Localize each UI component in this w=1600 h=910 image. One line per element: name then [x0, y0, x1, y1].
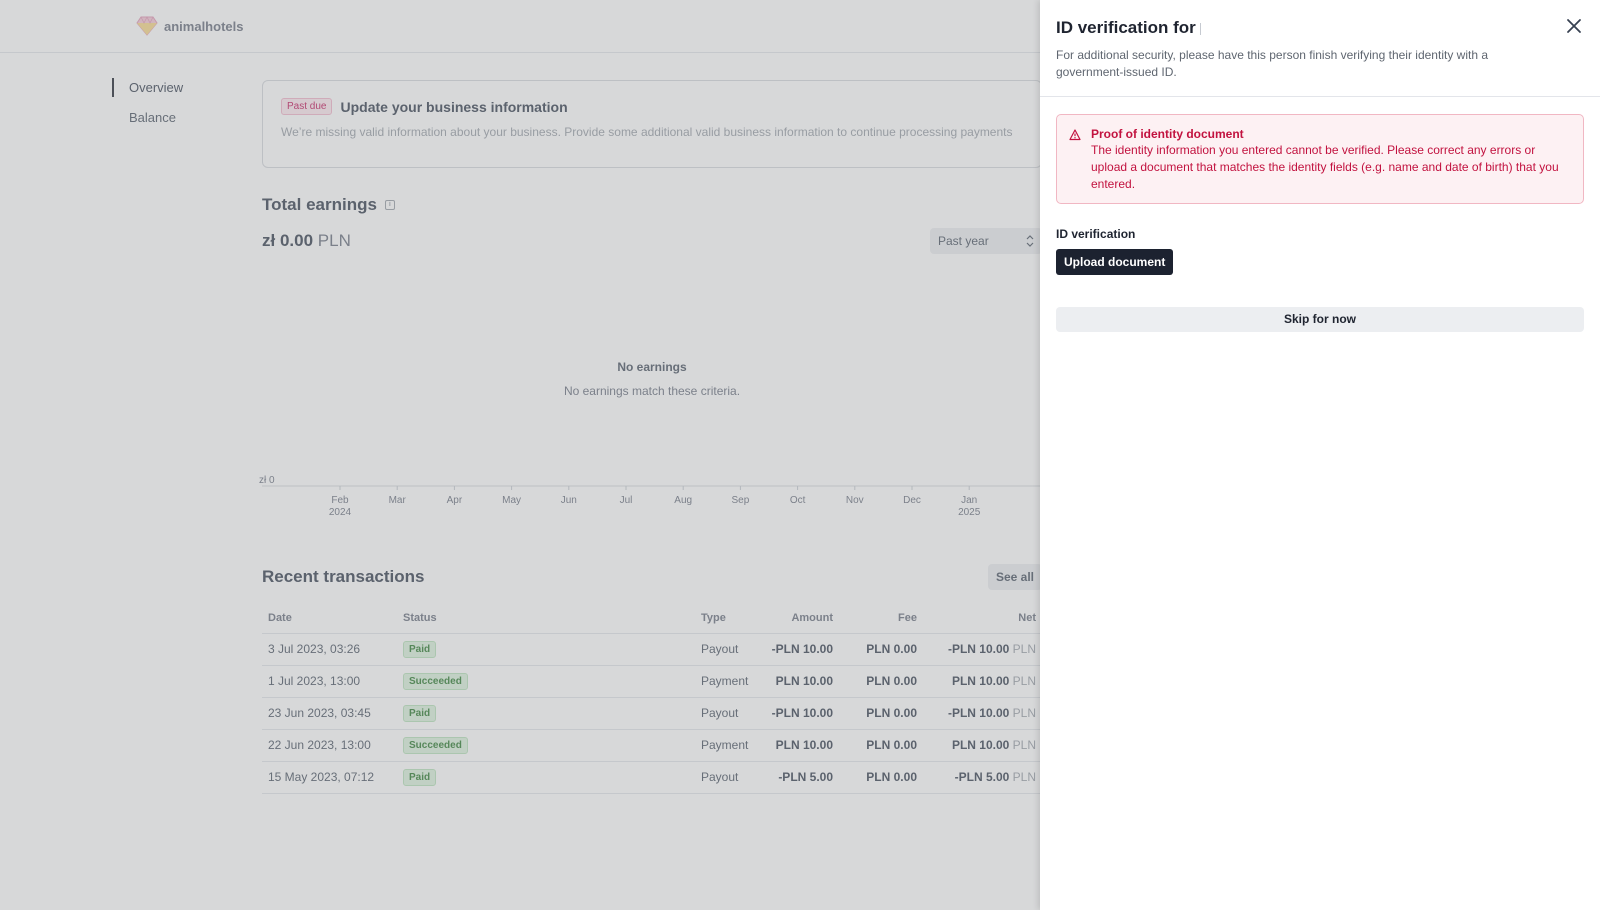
- error-message: The identity information you entered can…: [1091, 143, 1559, 191]
- upload-document-button[interactable]: Upload document: [1056, 249, 1174, 275]
- warning-icon: [1069, 129, 1081, 141]
- id-verification-drawer: ID verification for For additional secur…: [1040, 0, 1600, 910]
- id-verification-label: ID verification: [1056, 227, 1136, 241]
- error-title: Proof of identity document: [1091, 127, 1244, 141]
- skip-for-now-button[interactable]: Skip for now: [1056, 307, 1584, 332]
- drawer-header: ID verification for For additional secur…: [1040, 0, 1600, 97]
- drawer-title: ID verification for: [1056, 18, 1584, 38]
- close-icon[interactable]: [1564, 16, 1584, 36]
- identity-error-alert: Proof of identity document The identity …: [1056, 114, 1584, 204]
- drawer-description: For additional security, please have thi…: [1056, 48, 1488, 79]
